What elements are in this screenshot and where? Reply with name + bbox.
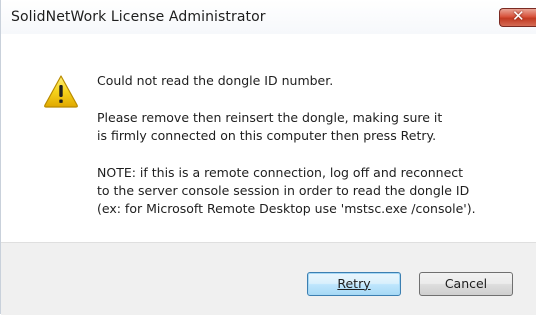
message-note: NOTE: if this is a remote connection, lo… [97, 164, 527, 218]
retry-button[interactable]: Retry [307, 272, 401, 296]
title-bar[interactable]: SolidNetWork License Administrator ✕ [1, 0, 536, 34]
note-line: (ex: for Microsoft Remote Desktop use 'm… [97, 201, 476, 216]
close-button[interactable]: ✕ [499, 7, 536, 27]
note-line: to the server console session in order t… [97, 183, 470, 198]
message-instructions: Please remove then reinsert the dongle, … [97, 109, 527, 145]
note-line: NOTE: if this is a remote connection, lo… [97, 165, 464, 180]
close-icon: ✕ [512, 7, 525, 25]
button-bar: Retry Cancel [1, 242, 536, 315]
message-headline: Could not read the dongle ID number. [97, 73, 334, 88]
license-error-dialog: SolidNetWork License Administrator ✕ Cou… [0, 0, 536, 315]
instructions-line: Please remove then reinsert the dongle, … [97, 110, 443, 125]
window-title: SolidNetWork License Administrator [11, 9, 266, 25]
message-area: Could not read the dongle ID number. Ple… [1, 34, 536, 242]
instructions-line: is firmly connected on this computer the… [97, 128, 437, 143]
cancel-button[interactable]: Cancel [419, 272, 513, 296]
warning-icon [44, 75, 78, 108]
retry-label: Retry [337, 276, 371, 291]
